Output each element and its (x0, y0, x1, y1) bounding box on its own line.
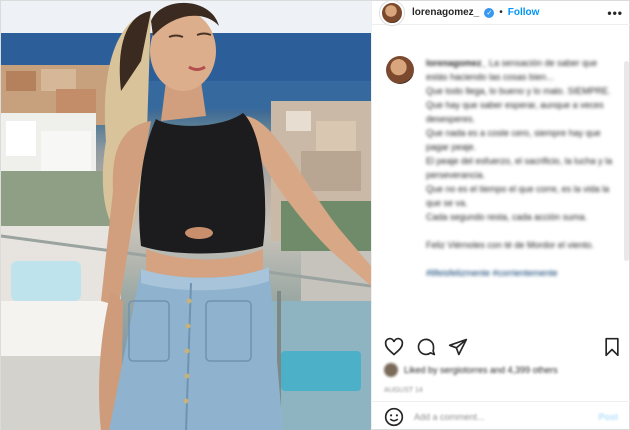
comment-bar: Add a comment... Post (372, 401, 630, 430)
instagram-post: lorenagomez_ ✓ • Follow ••• lorenagomez_… (0, 0, 630, 430)
caption-scrollbar[interactable] (624, 61, 629, 261)
post-header: lorenagomez_ ✓ • Follow ••• (372, 0, 630, 25)
share-icon[interactable] (448, 337, 468, 357)
post-photo[interactable] (1, 1, 371, 430)
caption-username[interactable]: lorenagomez_ (426, 58, 487, 68)
post-comment-button[interactable]: Post (598, 412, 618, 422)
header-username[interactable]: lorenagomez_ (412, 7, 479, 18)
heart-icon[interactable] (384, 337, 404, 357)
post-sidebar: lorenagomez_ ✓ • Follow ••• lorenagomez_… (371, 0, 630, 430)
caption-body: La sensación de saber que estás haciendo… (426, 58, 613, 250)
comment-icon[interactable] (416, 337, 436, 357)
more-icon[interactable]: ••• (607, 6, 623, 20)
caption-text: lorenagomez_ La sensación de saber que e… (426, 56, 616, 326)
bookmark-icon[interactable] (602, 337, 622, 357)
caption-hashtags[interactable]: #lifeisfelizmente #corrientemente (426, 268, 558, 278)
likes-text: Liked by sergiotorres and 4,399 others (404, 365, 558, 375)
liker-avatar (384, 363, 398, 377)
caption-area: lorenagomez_ La sensación de saber que e… (372, 46, 630, 326)
caption-avatar[interactable] (386, 56, 414, 84)
separator-dot: • (499, 7, 503, 18)
photo-scene (1, 1, 371, 430)
emoji-icon[interactable] (384, 407, 404, 427)
follow-button[interactable]: Follow (508, 7, 540, 18)
verified-badge-icon: ✓ (484, 7, 495, 18)
likes-row[interactable]: Liked by sergiotorres and 4,399 others (384, 363, 558, 377)
comment-input[interactable]: Add a comment... (414, 412, 598, 422)
post-timestamp[interactable]: August 14 (384, 387, 423, 394)
action-bar (384, 336, 622, 358)
avatar[interactable] (380, 0, 404, 25)
